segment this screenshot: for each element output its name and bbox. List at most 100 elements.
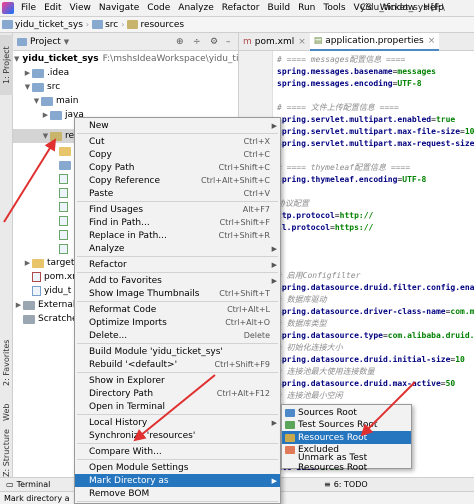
folder-icon [32, 82, 44, 92]
menu-bar: File Edit View Navigate Code Analyze Refactor B… [0, 0, 474, 17]
menu-refactor[interactable]: Refactor [218, 3, 264, 13]
menu-item-add-to-favorites[interactable]: Add to Favorites ▶ [75, 274, 280, 287]
folder-icon [127, 20, 139, 29]
property-key: spring.datasource.druid.initial-size [277, 355, 451, 364]
property-value: 50 [445, 379, 456, 388]
menu-item-delete[interactable]: Delete... Delete [75, 329, 280, 342]
menu-item-remove-bom[interactable]: Remove BOM [75, 487, 280, 500]
property-value: com.mys [450, 307, 474, 316]
intellij-logo-icon [2, 2, 14, 14]
menu-item-find-in-path[interactable]: Find in Path... Ctrl+Shift+F [75, 216, 280, 229]
menu-item-synchronize-resources[interactable]: Synchronize 'resources' [75, 429, 280, 442]
menu-run[interactable]: Run [294, 3, 319, 13]
collapse-icon[interactable]: ÷ [193, 37, 201, 47]
chevron-down-icon[interactable]: ▼ [14, 55, 19, 63]
tab-favorites[interactable]: 2: Favorites [0, 333, 13, 393]
menu-item-compare-with[interactable]: Compare With... [75, 445, 280, 458]
menu-item-analyze[interactable]: Analyze ▶ [75, 242, 280, 255]
tab-application-properties[interactable]: ▤ application.properties × [309, 32, 440, 51]
tab-web[interactable]: Web [0, 401, 13, 423]
menu-tools[interactable]: Tools [319, 3, 349, 13]
tree-item-project-root[interactable]: ▼ yidu_ticket_sys F:\mshsIdeaWorkspace\y… [13, 52, 238, 66]
menu-item-new[interactable]: New ▶ [75, 119, 280, 132]
menu-item-label: Compare With... [89, 446, 162, 457]
submenu-arrow-icon: ▶ [271, 276, 277, 285]
chevron-down-icon[interactable]: ▼ [32, 97, 41, 105]
submenu-item-test-sources-root[interactable]: Test Sources Root [282, 419, 411, 432]
menu-item-cut[interactable]: Cut Ctrl+X [75, 135, 280, 148]
menu-item-shortcut: Ctrl+Shift+F9 [214, 360, 270, 369]
menu-item-find-usages[interactable]: Find Usages Alt+F7 [75, 203, 280, 216]
tab-pom-xml[interactable]: m pom.xml × [239, 33, 310, 51]
code-line: # 连接池最小空闲 [277, 391, 343, 400]
menu-build[interactable]: Build [264, 3, 295, 13]
chevron-down-icon[interactable]: ▼ [23, 83, 32, 91]
tab-todo[interactable]: ≡ 6: TODO [318, 480, 374, 489]
menu-code[interactable]: Code [143, 3, 174, 13]
menu-navigate[interactable]: Navigate [95, 3, 143, 13]
globe-icon[interactable]: ⊕ [176, 37, 184, 47]
breadcrumb-project[interactable]: yidu_ticket_sys [2, 20, 83, 30]
tree-item-idea[interactable]: ▶ .idea [13, 66, 238, 80]
menu-item-show-in-explorer[interactable]: Show in Explorer [75, 374, 280, 387]
menu-item-reformat-code[interactable]: Reformat Code Ctrl+Alt+L [75, 303, 280, 316]
menu-item-label: New [89, 120, 109, 131]
menu-item-mark-directory-as[interactable]: Mark Directory as ▶ [75, 474, 280, 487]
close-icon[interactable]: × [428, 36, 436, 46]
property-key: spring.datasource.type [277, 331, 383, 340]
menu-file[interactable]: File [17, 3, 40, 13]
menu-edit[interactable]: Edit [40, 3, 65, 13]
chevron-right-icon: › [121, 20, 125, 29]
menu-item-label: Analyze [89, 243, 125, 254]
chevron-right-icon[interactable]: ▶ [14, 301, 23, 309]
property-value: 1024 [464, 127, 474, 136]
menu-separator [77, 201, 278, 202]
menu-item-local-history[interactable]: Local History ▶ [75, 416, 280, 429]
menu-item-shortcut: Ctrl+X [243, 137, 270, 146]
close-icon[interactable]: × [298, 37, 306, 47]
chevron-right-icon[interactable]: ▶ [23, 259, 32, 267]
menu-item-open-in-terminal[interactable]: Open in Terminal [75, 400, 280, 413]
menu-item-copy-reference[interactable]: Copy Reference Ctrl+Alt+Shift+C [75, 174, 280, 187]
menu-item-copy-path[interactable]: Copy Path Ctrl+Shift+C [75, 161, 280, 174]
menu-item-label: Add to Favorites [89, 275, 162, 286]
menu-item-refactor[interactable]: Refactor ▶ [75, 258, 280, 271]
chevron-right-icon[interactable]: ▶ [23, 69, 32, 77]
menu-item-show-image-thumbnails[interactable]: Show Image Thumbnails Ctrl+Shift+T [75, 287, 280, 300]
menu-item-directory-path[interactable]: Directory Path Ctrl+Alt+F12 [75, 387, 280, 400]
chevron-down-icon[interactable]: ▼ [64, 38, 69, 46]
menu-item-optimize-imports[interactable]: Optimize Imports Ctrl+Alt+O [75, 316, 280, 329]
tree-item-src[interactable]: ▼ src [13, 80, 238, 94]
submenu-item-sources-root[interactable]: Sources Root [282, 406, 411, 419]
project-panel-title[interactable]: Project [30, 37, 61, 47]
property-value: com.alibaba.druid.po [387, 331, 474, 340]
property-key: spring.messages.basename [277, 67, 393, 76]
submenu-item-unmark-as-test-resources-root[interactable]: Unmark as Test Resources Root [282, 453, 411, 473]
breadcrumb-src[interactable]: src [92, 20, 118, 30]
menu-analyze[interactable]: Analyze [174, 3, 217, 13]
menu-item-label: Cut [89, 136, 105, 147]
menu-item-replace-in-path[interactable]: Replace in Path... Ctrl+Shift+R [75, 229, 280, 242]
submenu-item-resources-root[interactable]: Resources Root [282, 431, 411, 444]
gear-icon[interactable]: ⚙ [210, 37, 218, 47]
menu-separator [77, 459, 278, 460]
menu-item-copy[interactable]: Copy Ctrl+C [75, 148, 280, 161]
folder-icon [59, 160, 71, 170]
file-icon [59, 174, 68, 184]
menu-view[interactable]: View [66, 3, 95, 13]
tab-terminal[interactable]: ▭ Terminal [0, 480, 56, 489]
folder-icon [285, 408, 295, 417]
menu-item-paste[interactable]: Paste Ctrl+V [75, 187, 280, 200]
tab-project[interactable]: 1: Project [0, 35, 13, 95]
chevron-down-icon[interactable]: ▼ [41, 132, 50, 140]
menu-item-open-module-settings[interactable]: Open Module Settings [75, 461, 280, 474]
menu-item-build-module-yidu-ticket-sys[interactable]: Build Module 'yidu_ticket_sys' [75, 345, 280, 358]
submenu-item-label: Unmark as Test Resources Root [298, 452, 368, 473]
tree-item-main[interactable]: ▼ main [13, 94, 238, 108]
tab-structure[interactable]: Z: Structure [0, 429, 13, 477]
hide-icon[interactable]: – [226, 37, 231, 47]
file-icon [32, 286, 41, 296]
menu-item-rebuild-default[interactable]: Rebuild '<default>' Ctrl+Shift+F9 [75, 358, 280, 371]
chevron-right-icon[interactable]: ▶ [41, 111, 50, 119]
breadcrumb-resources[interactable]: resources [127, 20, 184, 30]
